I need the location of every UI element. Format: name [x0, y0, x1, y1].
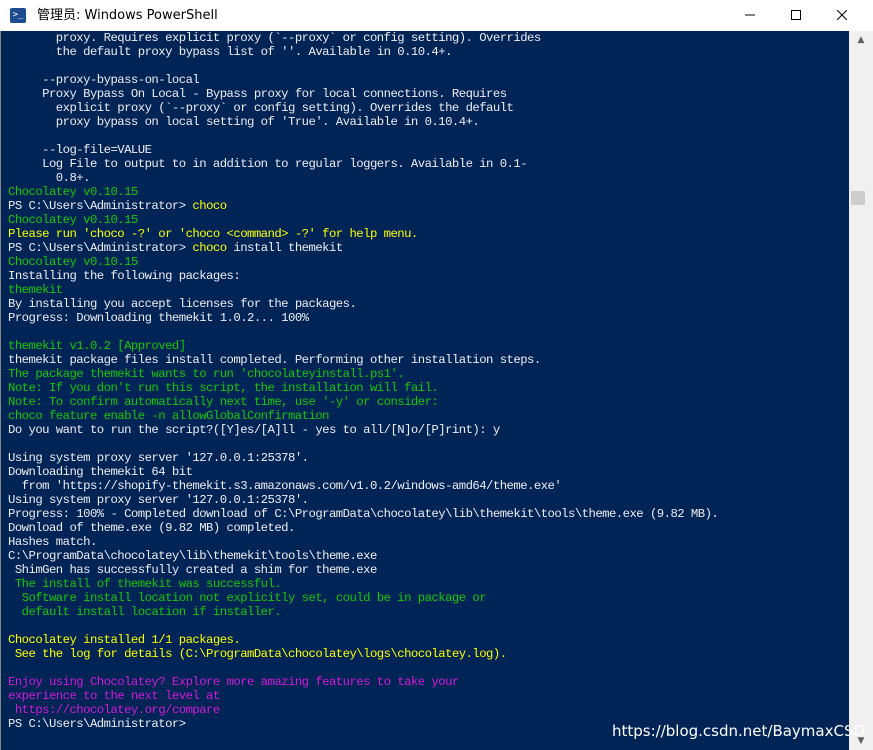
console-line: By installing you accept licenses for th…: [8, 297, 357, 311]
close-button[interactable]: [819, 0, 865, 31]
console-line: https://chocolatey.org/compare: [8, 703, 220, 717]
console-line: from 'https://shopify-themekit.s3.amazon…: [8, 479, 562, 493]
console-line: Software install location not explicitly…: [8, 591, 487, 605]
console-line: --proxy-bypass-on-local: [8, 73, 200, 87]
powershell-window: >_ 管理员: Windows PowerShell proxy. Requir…: [0, 0, 873, 750]
console-line: The package themekit wants to run 'choco…: [8, 367, 405, 381]
console-line: PS C:\Users\Administrator> choco: [8, 199, 227, 213]
console-line: C:\ProgramData\chocolatey\lib\themekit\t…: [8, 549, 377, 563]
console-line: Enjoy using Chocolatey? Explore more ama…: [8, 675, 459, 689]
console-line: See the log for details (C:\ProgramData\…: [8, 647, 507, 661]
console-line: themekit v1.0.2 [Approved]: [8, 339, 186, 353]
console-line: proxy bypass on local setting of 'True'.…: [8, 115, 480, 129]
console-line: 0.8+.: [8, 171, 91, 185]
minimize-icon: [745, 14, 755, 16]
console-line: Chocolatey installed 1/1 packages.: [8, 633, 241, 647]
console-command: choco: [192, 199, 227, 213]
scroll-up-icon[interactable]: ▲: [849, 31, 873, 49]
console-line: Chocolatey v0.10.15: [8, 185, 138, 199]
console-line: Chocolatey v0.10.15: [8, 213, 138, 227]
title-bar[interactable]: >_ 管理员: Windows PowerShell: [0, 0, 873, 31]
console-line: themekit package files install completed…: [8, 353, 541, 367]
console-line: Download of theme.exe (9.82 MB) complete…: [8, 521, 295, 535]
scrollbar-thumb[interactable]: [851, 191, 865, 205]
console-line: experience to the next level at: [8, 689, 220, 703]
console-line: Note: To confirm automatically next time…: [8, 395, 439, 409]
powershell-icon: >_: [10, 8, 26, 23]
maximize-icon: [791, 10, 801, 20]
console-line: choco feature enable -n allowGlobalConfi…: [8, 409, 330, 423]
maximize-button[interactable]: [773, 0, 819, 31]
console-line: Please run 'choco -?' or 'choco <command…: [8, 227, 418, 241]
console-line: Chocolatey v0.10.15: [8, 255, 138, 269]
minimize-button[interactable]: [727, 0, 773, 31]
console-line: PS C:\Users\Administrator> choco install…: [8, 241, 343, 255]
console-line: Progress: Downloading themekit 1.0.2... …: [8, 311, 309, 325]
window-title: 管理员: Windows PowerShell: [37, 8, 218, 23]
console-line: Using system proxy server '127.0.0.1:253…: [8, 451, 309, 465]
console-command-args: install themekit: [226, 241, 343, 255]
console-line: proxy. Requires explicit proxy (`--proxy…: [8, 31, 541, 45]
vertical-scrollbar[interactable]: ▲ ▼: [849, 31, 873, 750]
console-line: Proxy Bypass On Local - Bypass proxy for…: [8, 87, 507, 101]
watermark: https://blog.csdn.net/BaymaxCSD: [612, 722, 866, 740]
console-line: The install of themekit was successful.: [8, 577, 282, 591]
console-line: themekit: [8, 283, 63, 297]
console-line: --log-file=VALUE: [8, 143, 152, 157]
console-command: choco: [192, 241, 227, 255]
console-output[interactable]: proxy. Requires explicit proxy (`--proxy…: [0, 31, 849, 750]
console-line: Hashes match.: [8, 535, 97, 549]
console-line: Note: If you don't run this script, the …: [8, 381, 439, 395]
console-line: default install location if installer.: [8, 605, 282, 619]
console-line: PS C:\Users\Administrator>: [8, 717, 186, 731]
console-line: Installing the following packages:: [8, 269, 241, 283]
console-line: Progress: 100% - Completed download of C…: [8, 507, 719, 521]
console-line: Using system proxy server '127.0.0.1:253…: [8, 493, 309, 507]
console-line: Log File to output to in addition to reg…: [8, 157, 528, 171]
console-line: Downloading themekit 64 bit: [8, 465, 193, 479]
console-line: ShimGen has successfully created a shim …: [8, 563, 378, 577]
console-line: the default proxy bypass list of ''. Ava…: [8, 45, 453, 59]
console-line: explicit proxy (`--proxy` or config sett…: [8, 101, 514, 115]
console-line: Do you want to run the script?([Y]es/[A]…: [8, 423, 500, 437]
close-icon: [836, 9, 848, 21]
